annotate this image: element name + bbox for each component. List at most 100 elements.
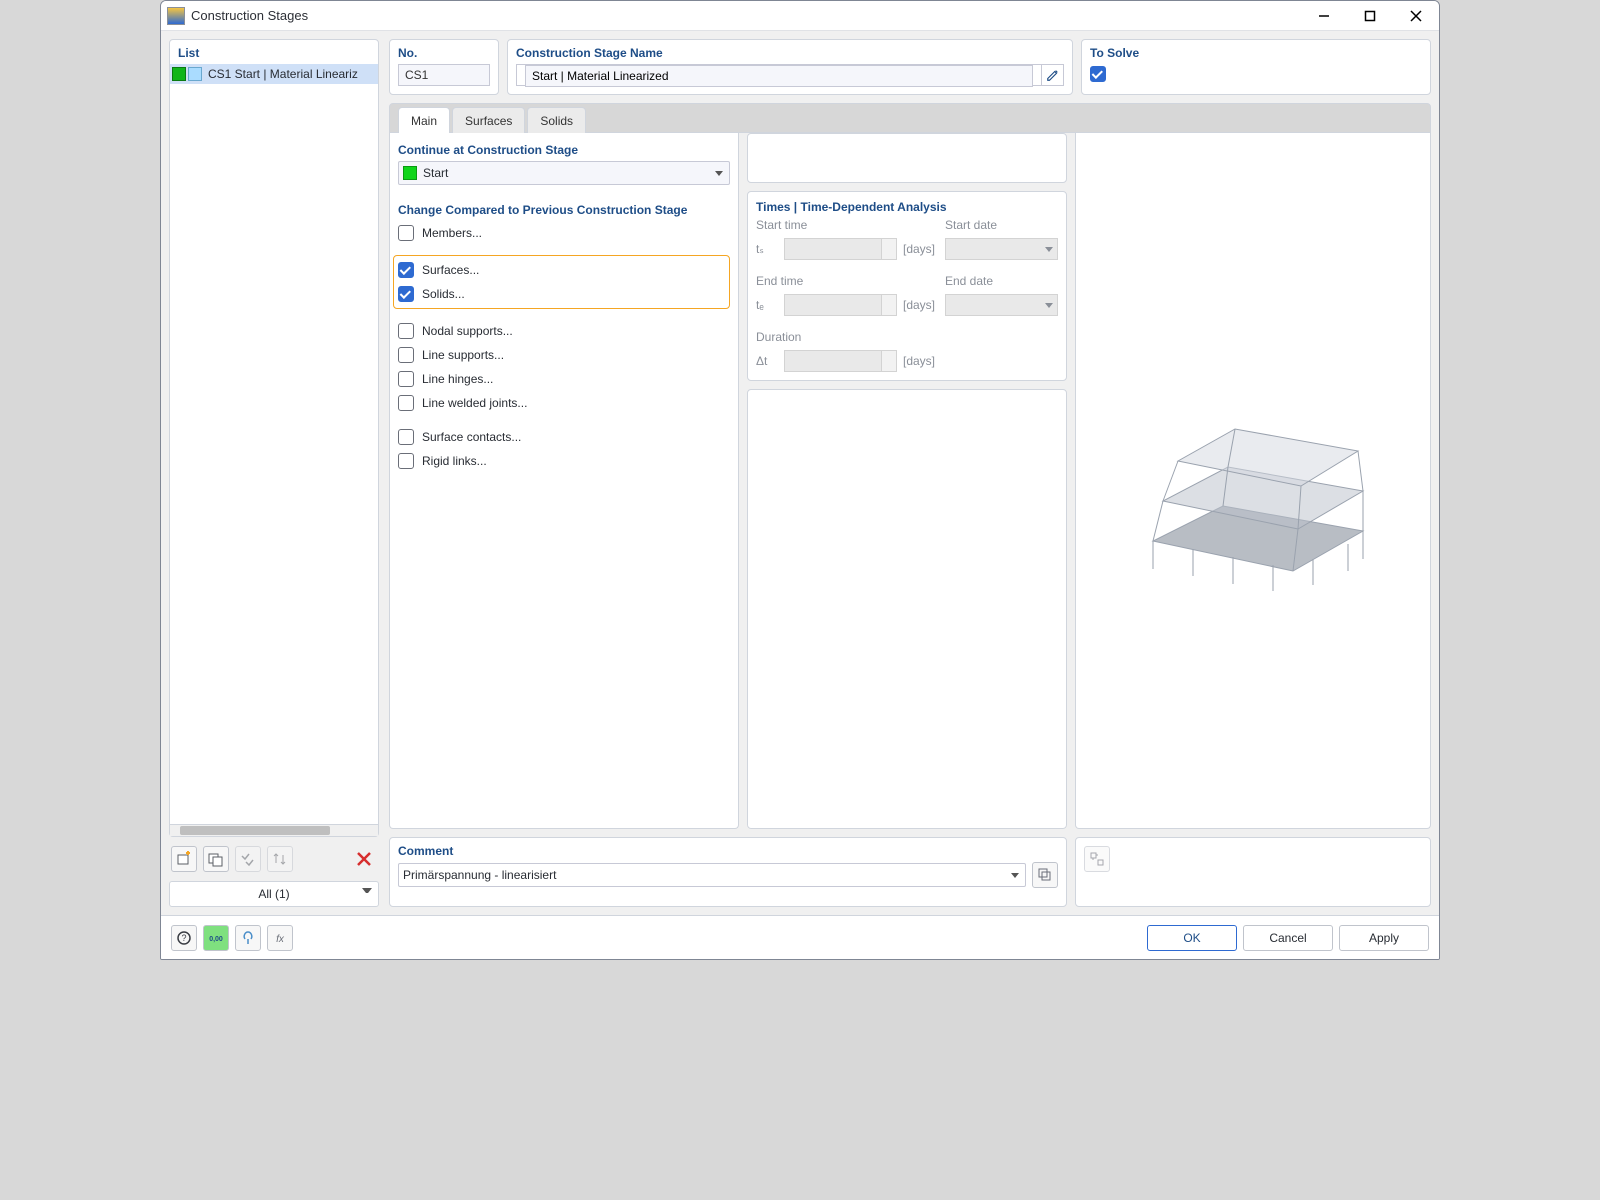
check-line-welded[interactable]: Line welded joints...: [398, 391, 730, 415]
name-title: Construction Stage Name: [508, 40, 1072, 64]
name-field[interactable]: [525, 65, 1033, 87]
tabstrip: Main Surfaces Solids: [389, 103, 1431, 133]
checkbox[interactable]: [398, 225, 414, 241]
apply-button[interactable]: Apply: [1339, 925, 1429, 951]
scrollbar-thumb[interactable]: [180, 826, 330, 835]
filter-label: All (1): [258, 887, 289, 901]
left-column: List CS1 Start | Material Lineariz: [169, 39, 379, 907]
dialog-body: List CS1 Start | Material Lineariz: [161, 31, 1439, 915]
time-panel: Times | Time-Dependent Analysis Start ti…: [747, 191, 1067, 381]
chevron-down-icon: [1011, 873, 1019, 878]
filter-combo[interactable]: All (1): [169, 881, 379, 907]
units-button[interactable]: 0,00: [203, 925, 229, 951]
empty-panel-bottom: [747, 389, 1067, 829]
comment-library-button[interactable]: [1032, 862, 1058, 888]
check-rigid-links[interactable]: Rigid links...: [398, 449, 730, 473]
tab-main[interactable]: Main: [398, 107, 450, 133]
chevron-down-icon: [715, 171, 723, 176]
comment-combo[interactable]: Primärspannung - linearisiert: [398, 863, 1026, 887]
close-button[interactable]: [1393, 1, 1439, 31]
list-item-label: CS1 Start | Material Lineariz: [208, 67, 358, 81]
days-unit: [days]: [903, 354, 939, 368]
settings-button[interactable]: [235, 925, 261, 951]
color-swatch-icon: [188, 67, 202, 81]
check-surface-contacts[interactable]: Surface contacts...: [398, 425, 730, 449]
comment-panel: Comment Primärspannung - linearisiert: [389, 837, 1067, 907]
check-solids[interactable]: Solids...: [398, 282, 725, 306]
tab-surfaces[interactable]: Surfaces: [452, 107, 525, 133]
highlight-group: Surfaces... Solids...: [393, 255, 730, 309]
svg-text:0,00: 0,00: [209, 936, 223, 943]
titlebar: Construction Stages: [161, 1, 1439, 31]
chevron-down-icon: [362, 888, 372, 898]
cancel-button[interactable]: Cancel: [1243, 925, 1333, 951]
color-swatch-icon: [172, 67, 186, 81]
preview-panel: [1075, 133, 1431, 829]
dt-symbol: Δt: [756, 354, 778, 368]
start-date-label: Start date: [945, 218, 1058, 232]
maximize-button[interactable]: [1347, 1, 1393, 31]
checkbox[interactable]: [398, 429, 414, 445]
preview-tools-panel: [1075, 837, 1431, 907]
checkbox[interactable]: [398, 323, 414, 339]
list-panel: List CS1 Start | Material Lineariz: [169, 39, 379, 837]
ts-symbol: tₛ: [756, 242, 778, 256]
to-solve-panel: To Solve: [1081, 39, 1431, 95]
continue-combo[interactable]: Start: [398, 161, 730, 185]
checkbox[interactable]: [398, 371, 414, 387]
checkbox[interactable]: [398, 347, 414, 363]
dialog-window: Construction Stages List CS1 Start | Mat…: [160, 0, 1440, 960]
list-item[interactable]: CS1 Start | Material Lineariz: [170, 64, 378, 84]
empty-panel-top: [747, 133, 1067, 183]
formula-button[interactable]: fx: [267, 925, 293, 951]
edit-name-button[interactable]: [1041, 65, 1063, 85]
start-time-label: Start time: [756, 218, 897, 232]
no-field: [398, 64, 490, 86]
preview-settings-button[interactable]: [1084, 846, 1110, 872]
checkbox[interactable]: [398, 395, 414, 411]
reorder-button[interactable]: [267, 846, 293, 872]
help-button[interactable]: ?: [171, 925, 197, 951]
time-title: Times | Time-Dependent Analysis: [756, 200, 1058, 214]
right-column: No. Construction Stage Name To Solve: [389, 39, 1431, 907]
no-panel: No.: [389, 39, 499, 95]
structure-preview-icon: [1123, 351, 1383, 611]
check-all-button[interactable]: [235, 846, 261, 872]
horizontal-scrollbar[interactable]: [170, 824, 378, 836]
check-line-hinges[interactable]: Line hinges...: [398, 367, 730, 391]
header-row: No. Construction Stage Name To Solve: [389, 39, 1431, 95]
comment-value: Primärspannung - linearisiert: [403, 868, 556, 882]
check-line-supports[interactable]: Line supports...: [398, 343, 730, 367]
minimize-button[interactable]: [1301, 1, 1347, 31]
list-toolbar: [169, 845, 379, 873]
tab-solids[interactable]: Solids: [527, 107, 586, 133]
duration-input: [784, 350, 897, 372]
continue-value: Start: [423, 166, 448, 180]
new-stage-button[interactable]: [171, 846, 197, 872]
end-time-input: [784, 294, 897, 316]
check-members[interactable]: Members...: [398, 221, 730, 245]
checkbox[interactable]: [398, 262, 414, 278]
te-symbol: tₑ: [756, 298, 778, 312]
ok-button[interactable]: OK: [1147, 925, 1237, 951]
to-solve-title: To Solve: [1082, 40, 1430, 64]
end-time-label: End time: [756, 274, 897, 288]
delete-button[interactable]: [351, 846, 377, 872]
main-left-panel: Continue at Construction Stage Start Cha…: [389, 133, 739, 829]
check-surfaces[interactable]: Surfaces...: [398, 258, 725, 282]
list-body[interactable]: CS1 Start | Material Lineariz: [170, 64, 378, 824]
end-date-label: End date: [945, 274, 1058, 288]
to-solve-checkbox[interactable]: [1090, 66, 1106, 82]
svg-text:fx: fx: [276, 934, 285, 945]
checkbox[interactable]: [398, 286, 414, 302]
continue-title: Continue at Construction Stage: [398, 143, 730, 157]
end-date-input: [945, 294, 1058, 316]
name-panel: Construction Stage Name: [507, 39, 1073, 95]
app-icon: [167, 7, 185, 25]
no-title: No.: [390, 40, 498, 64]
window-title: Construction Stages: [191, 8, 308, 23]
check-nodal-supports[interactable]: Nodal supports...: [398, 319, 730, 343]
copy-stage-button[interactable]: [203, 846, 229, 872]
start-date-input: [945, 238, 1058, 260]
checkbox[interactable]: [398, 453, 414, 469]
